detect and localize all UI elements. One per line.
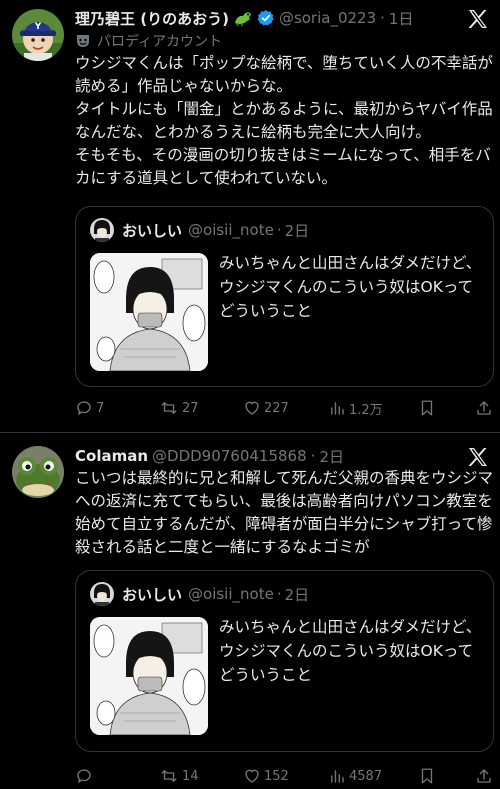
bookmark-icon	[421, 400, 433, 416]
x-logo-icon	[466, 7, 490, 31]
share-icon	[477, 401, 491, 415]
quote-header: おいしい @oisii_note · 2日	[90, 581, 309, 607]
svg-text:Y: Y	[34, 22, 42, 32]
quote-author-name: おいしい	[122, 585, 183, 604]
reply-icon	[77, 401, 91, 415]
tweet-text: ウシジマくんは「ポップな絵柄で、堕ちていく人の不幸話が読める」作品じゃないからな…	[75, 54, 493, 187]
repost-icon	[161, 770, 177, 782]
quote-timestamp: 2日	[284, 585, 310, 604]
quoted-tweet[interactable]: おいしい @oisii_note · 2日 みいちゃんと山田さんはダメだけど、ウ…	[75, 206, 494, 387]
quote-avatar	[90, 582, 114, 606]
author-name[interactable]: 理乃碧王 (りのあおう)	[75, 8, 229, 29]
verified-badge-icon	[257, 9, 275, 27]
bookmark-icon	[421, 768, 433, 784]
views-icon	[331, 770, 344, 783]
timestamp[interactable]: 2日	[319, 446, 344, 467]
repost-count: 14	[182, 768, 199, 784]
separator-dot: ·	[276, 585, 282, 603]
x-logo-icon	[466, 445, 490, 469]
like-count: 227	[264, 400, 289, 416]
tweet-actions: 7 27 227 1.2万	[75, 396, 495, 420]
views-button[interactable]: 1.2万	[328, 396, 383, 420]
repost-button[interactable]: 27	[159, 396, 199, 420]
share-button[interactable]	[475, 396, 496, 420]
quote-text: みいちゃんと山田さんはダメだけど、ウシジマくんのこういう奴はOKってどういうこと	[219, 618, 482, 684]
tweet[interactable]: Colaman @DDD90760415868 · 2日 こいつは最終的に兄と和…	[0, 433, 500, 789]
author-name[interactable]: Colaman	[75, 447, 148, 465]
like-button[interactable]: 227	[243, 396, 289, 420]
author-handle[interactable]: @DDD90760415868	[152, 447, 307, 465]
separator-dot: ·	[310, 447, 316, 465]
reply-button[interactable]: 7	[75, 396, 104, 420]
like-count: 152	[264, 768, 289, 784]
tweet-text: こいつは最終的に兄と和解して死んだ父親の香典をウシジマへの返済に充ててもらい、最…	[75, 469, 494, 556]
manga-panel-image[interactable]	[90, 617, 208, 735]
tweet-actions: 14 152 4587	[75, 764, 495, 788]
tweet[interactable]: Y 理乃碧王 (りのあおう) @soria_0223 · 1日 パロディアカウン…	[0, 0, 500, 432]
avatar[interactable]	[12, 446, 64, 498]
share-button[interactable]	[475, 764, 496, 788]
tweet-header: 理乃碧王 (りのあおう) @soria_0223 · 1日	[75, 7, 460, 29]
repost-count: 27	[182, 400, 199, 416]
timestamp[interactable]: 1日	[389, 8, 414, 29]
view-count: 1.2万	[349, 402, 383, 418]
theater-mask-icon	[77, 35, 89, 47]
quote-avatar	[90, 218, 114, 242]
views-button[interactable]: 4587	[328, 764, 382, 788]
like-button[interactable]: 152	[243, 764, 289, 788]
quoted-tweet[interactable]: おいしい @oisii_note · 2日 みいちゃんと山田さんはダメだけど、ウ…	[75, 570, 494, 752]
manga-panel-image[interactable]	[90, 253, 208, 371]
quote-author-handle: @oisii_note	[188, 221, 274, 239]
repost-button[interactable]: 14	[159, 764, 199, 788]
repost-icon	[161, 402, 177, 414]
quote-timestamp: 2日	[284, 221, 310, 240]
view-count: 4587	[349, 768, 383, 784]
quote-author-handle: @oisii_note	[188, 585, 274, 603]
separator-dot: ·	[380, 9, 385, 27]
bookmark-button[interactable]	[418, 396, 439, 420]
reply-icon	[77, 769, 91, 783]
heart-icon	[245, 401, 259, 415]
bookmark-button[interactable]	[418, 764, 439, 788]
heart-icon	[245, 769, 259, 783]
tweet-header: Colaman @DDD90760415868 · 2日	[75, 445, 460, 467]
author-handle[interactable]: @soria_0223	[279, 9, 376, 27]
views-icon	[331, 402, 344, 415]
parody-account-label: パロディアカウント	[75, 31, 222, 51]
quote-author-name: おいしい	[122, 221, 183, 240]
separator-dot: ·	[276, 221, 282, 239]
parody-label-text: パロディアカウント	[97, 34, 223, 50]
dragon-emoji-icon	[233, 9, 253, 27]
quote-text: みいちゃんと山田さんはダメだけど、ウシジマくんのこういう奴はOKってどういうこと	[219, 254, 482, 320]
reply-count: 7	[96, 400, 105, 416]
quote-header: おいしい @oisii_note · 2日	[90, 217, 309, 243]
avatar[interactable]: Y	[12, 9, 64, 61]
share-icon	[477, 769, 491, 783]
reply-button[interactable]	[75, 764, 96, 788]
